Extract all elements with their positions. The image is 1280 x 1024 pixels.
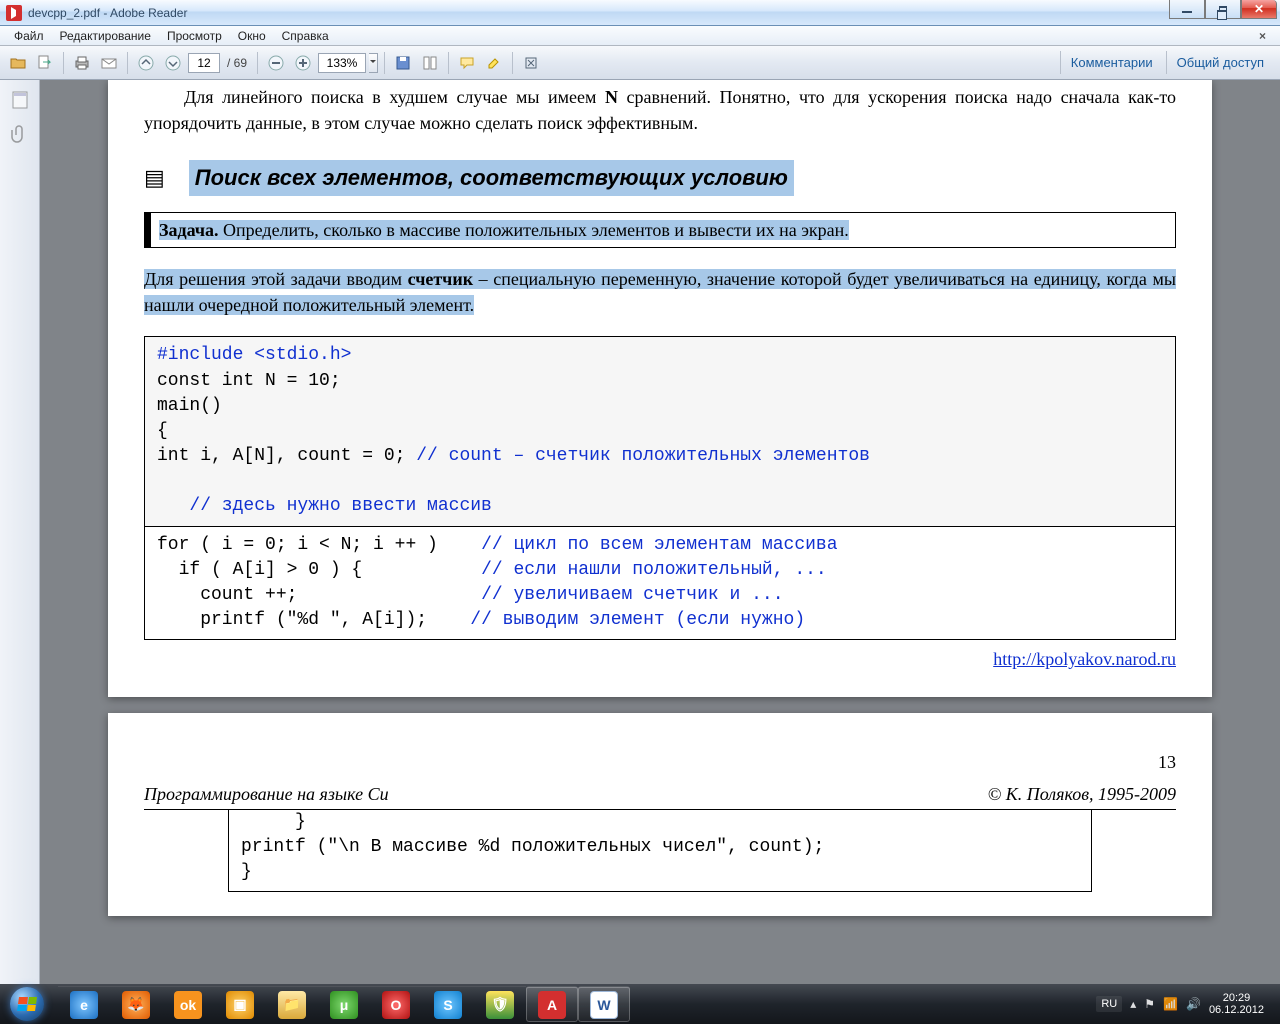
taskbar-opera-icon[interactable]: O	[370, 986, 422, 1022]
zoom-dropdown-button[interactable]	[369, 53, 378, 73]
toolbar-divider	[63, 52, 64, 74]
menu-help[interactable]: Справка	[274, 27, 337, 45]
menu-close-doc-button[interactable]: ×	[1251, 27, 1274, 45]
pdf-viewer[interactable]: Для линейного поиска в худшем случае мы …	[40, 80, 1280, 984]
open-file-button[interactable]	[6, 51, 30, 75]
start-button[interactable]	[0, 984, 54, 1024]
windows-taskbar: e 🦊 ok ▣ 📁 μ O S 🛡 A W RU ▴ ⚑ 📶 🔊 20:29 …	[0, 984, 1280, 1024]
attachments-icon[interactable]	[10, 124, 30, 144]
print-button[interactable]	[70, 51, 94, 75]
window-restore-button[interactable]	[1205, 0, 1241, 19]
window-minimize-button[interactable]	[1169, 0, 1205, 19]
taskbar-adobe-reader-icon[interactable]: A	[526, 986, 578, 1022]
menu-edit[interactable]: Редактирование	[52, 27, 159, 45]
taskbar-shield-icon[interactable]: 🛡	[474, 986, 526, 1022]
system-tray: RU ▴ ⚑ 📶 🔊 20:29 06.12.2012	[1096, 984, 1280, 1024]
zoom-in-button[interactable]	[291, 51, 315, 75]
export-pdf-button[interactable]	[33, 51, 57, 75]
menu-window[interactable]: Окно	[230, 27, 274, 45]
page-total-label: / 69	[227, 56, 247, 70]
code-block-top: #include <stdio.h> const int N = 10; mai…	[144, 336, 1176, 526]
window-close-button[interactable]: ✕	[1241, 0, 1277, 19]
taskbar-media-icon[interactable]: ▣	[214, 986, 266, 1022]
tool-highlight-button[interactable]	[482, 51, 506, 75]
taskbar-explorer-icon[interactable]: 📁	[266, 986, 318, 1022]
task-box: Задача. Определить, сколько в массиве по…	[144, 212, 1176, 248]
tray-clock[interactable]: 20:29 06.12.2012	[1209, 992, 1264, 1016]
tool-thumbnail-button[interactable]	[418, 51, 442, 75]
page-up-button[interactable]	[134, 51, 158, 75]
taskbar-odnoklassniki-icon[interactable]: ok	[162, 986, 214, 1022]
toolbar-divider	[257, 52, 258, 74]
section-icon: ▤	[144, 162, 165, 194]
language-indicator[interactable]: RU	[1096, 996, 1122, 1012]
code-block-continuation: } printf ("\n В массиве %d положительных…	[228, 810, 1092, 893]
share-panel-link[interactable]: Общий доступ	[1166, 51, 1274, 74]
paragraph: Для линейного поиска в худшем случае мы …	[144, 80, 1176, 136]
paragraph: Для решения этой задачи вводим счетчик –…	[144, 266, 1176, 318]
taskbar-utorrent-icon[interactable]: μ	[318, 986, 370, 1022]
toolbar: / 69 Комментарии Общий доступ	[0, 46, 1280, 80]
page-header: Программирование на языке Си © К. Поляко…	[144, 781, 1176, 810]
tray-network-icon[interactable]: 📶	[1163, 997, 1178, 1011]
toolbar-divider	[448, 52, 449, 74]
taskbar-firefox-icon[interactable]: 🦊	[110, 986, 162, 1022]
comments-panel-link[interactable]: Комментарии	[1060, 51, 1163, 74]
workspace: Для линейного поиска в худшем случае мы …	[0, 80, 1280, 984]
menu-bar: Файл Редактирование Просмотр Окно Справк…	[0, 26, 1280, 46]
tray-flag-icon[interactable]: ⚑	[1144, 997, 1155, 1011]
page-number-input[interactable]	[188, 53, 220, 73]
zoom-level-input[interactable]	[318, 53, 366, 73]
toolbar-divider	[384, 52, 385, 74]
page-number: 13	[144, 749, 1176, 775]
pdf-page-13: 13 Программирование на языке Си © К. Пол…	[108, 713, 1212, 917]
toolbar-divider	[512, 52, 513, 74]
tool-sign-button[interactable]	[519, 51, 543, 75]
menu-view[interactable]: Просмотр	[159, 27, 230, 45]
menu-file[interactable]: Файл	[6, 27, 52, 45]
window-title: devcpp_2.pdf - Adobe Reader	[28, 6, 187, 20]
footer-url[interactable]: http://kpolyakov.narod.ru	[144, 646, 1176, 672]
page-down-button[interactable]	[161, 51, 185, 75]
window-titlebar: devcpp_2.pdf - Adobe Reader ✕	[0, 0, 1280, 26]
tray-show-hidden-icon[interactable]: ▴	[1130, 997, 1136, 1011]
section-heading: ▤ Поиск всех элементов, соответствующих …	[144, 160, 1176, 196]
taskbar-ie-icon[interactable]: e	[58, 986, 110, 1022]
tray-volume-icon[interactable]: 🔊	[1186, 997, 1201, 1011]
side-navigation-rail	[0, 80, 40, 984]
email-button[interactable]	[97, 51, 121, 75]
section-title-text: Поиск всех элементов, соответствующих ус…	[189, 160, 794, 196]
toolbar-divider	[127, 52, 128, 74]
taskbar-skype-icon[interactable]: S	[422, 986, 474, 1022]
adobe-reader-icon	[6, 5, 22, 21]
tool-comment-button[interactable]	[455, 51, 479, 75]
zoom-out-button[interactable]	[264, 51, 288, 75]
taskbar-word-icon[interactable]: W	[578, 986, 630, 1022]
pdf-page-12: Для линейного поиска в худшем случае мы …	[108, 80, 1212, 697]
thumbnails-icon[interactable]	[10, 90, 30, 110]
tool-save-button[interactable]	[391, 51, 415, 75]
code-block-bottom: for ( i = 0; i < N; i ++ ) // цикл по вс…	[144, 527, 1176, 641]
